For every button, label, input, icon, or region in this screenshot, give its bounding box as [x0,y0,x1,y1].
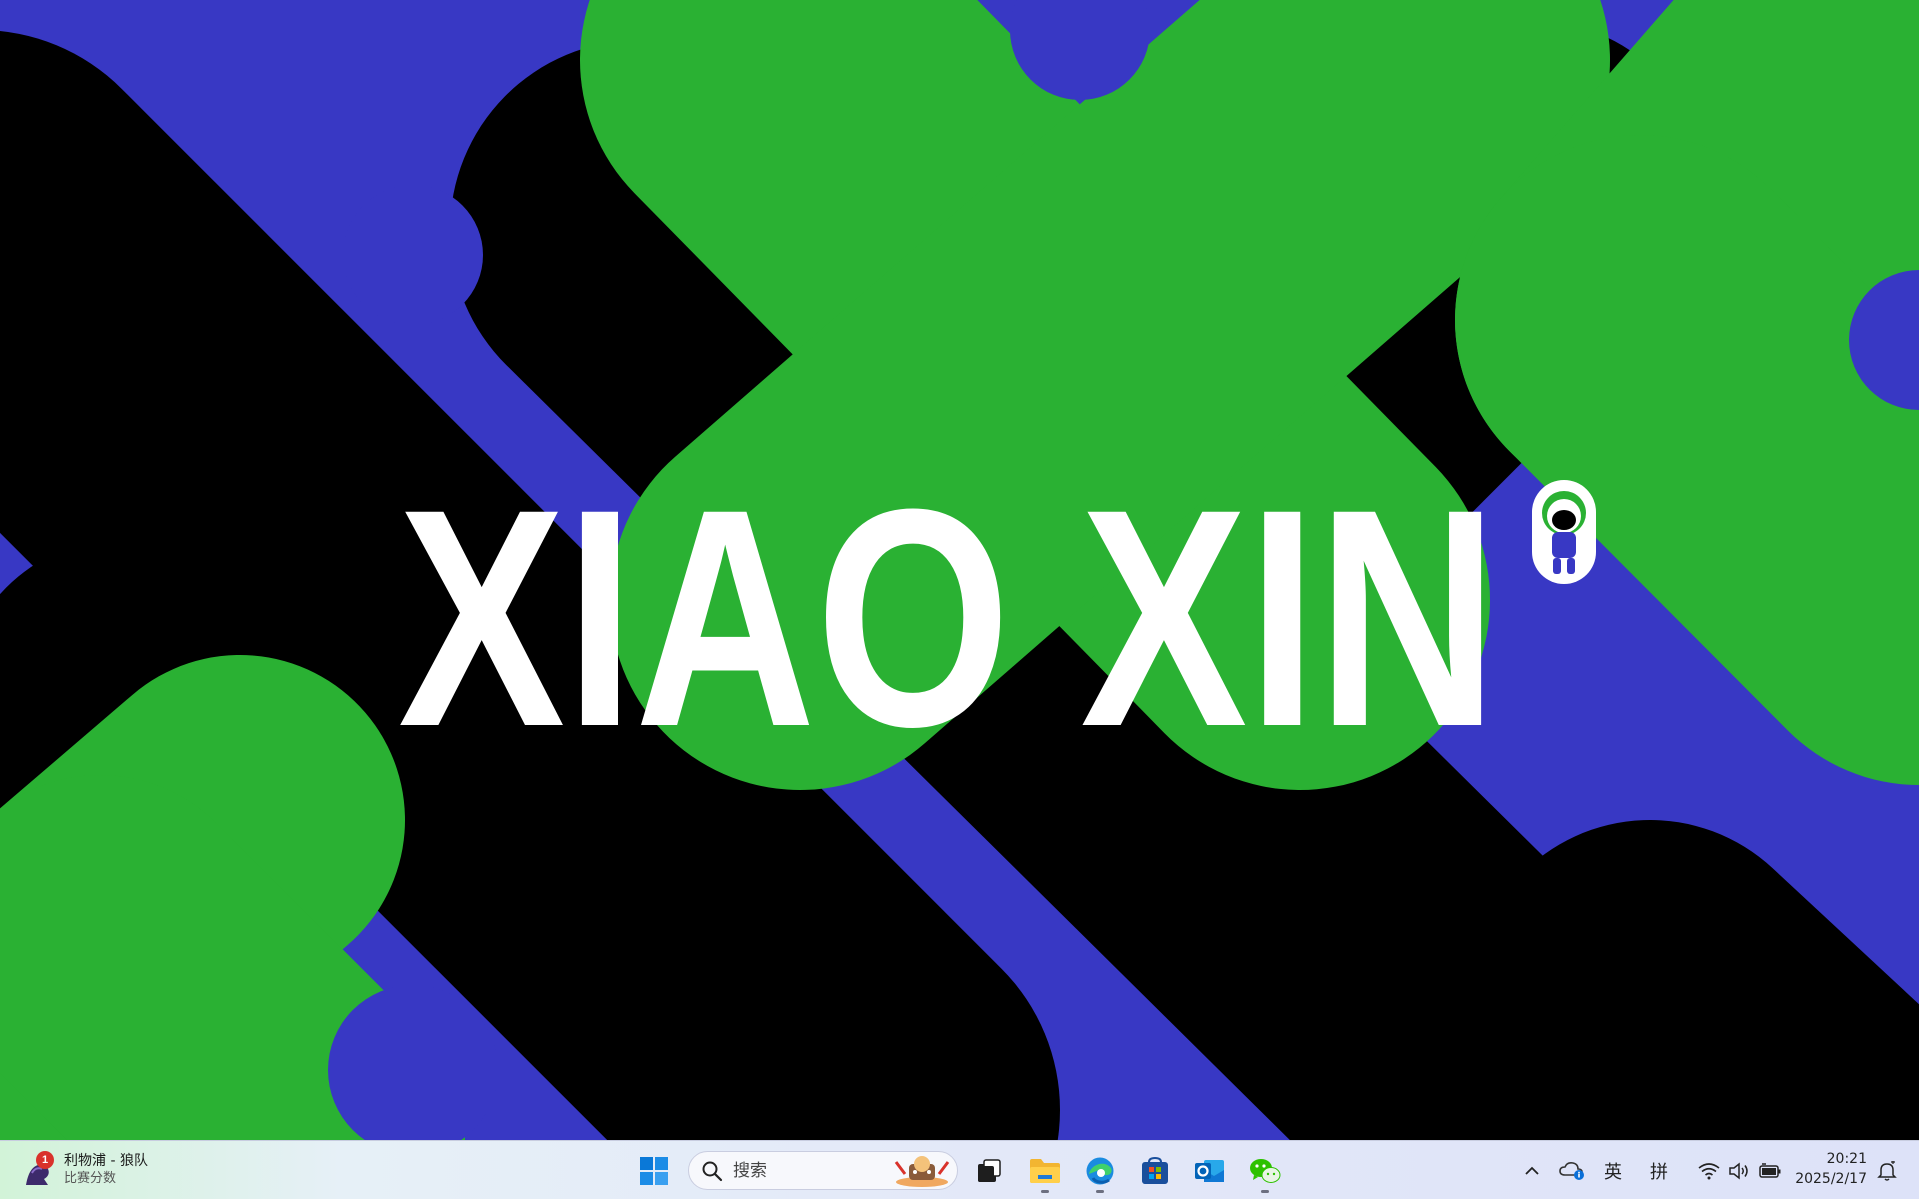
task-view-icon [978,1159,1001,1182]
notifications-button[interactable] [1872,1151,1902,1191]
microsoft-store-icon [1142,1156,1168,1184]
search-input[interactable] [731,1159,885,1182]
clock[interactable]: 20:21 2025/2/17 [1795,1149,1867,1189]
widget-subtitle: 比赛分数 [64,1171,117,1186]
wechat-button[interactable] [1242,1148,1288,1194]
wallpaper-brand-text: XIAO XIN [398,444,1498,791]
widget-title: 利物浦 - 狼队 [64,1153,148,1169]
wifi-icon [1698,1163,1720,1180]
running-indicator [1041,1190,1049,1193]
chevron-up-icon [1525,1166,1539,1175]
search-icon [702,1161,723,1181]
search-highlight-illustration-icon [894,1156,950,1187]
search-box[interactable] [688,1151,958,1190]
wechat-icon [1250,1159,1281,1183]
file-explorer-icon [1030,1159,1060,1183]
notification-badge: 1 [36,1151,54,1169]
outlook-icon [1195,1160,1224,1182]
widget-text: 利物浦 - 狼队 比赛分数 [64,1152,148,1188]
edge-icon [1086,1157,1114,1185]
desktop: XIAO XIN 1 利物浦 - 狼队 比赛分数 搜索 英 拼 20:21 20… [0,0,1919,1199]
clock-date: 2025/2/17 [1795,1171,1867,1187]
input-mode-button[interactable]: 英 [1597,1151,1629,1191]
task-view-button[interactable] [966,1148,1012,1194]
mascot-logo [1532,480,1596,584]
network-volume-battery-group[interactable] [1692,1151,1788,1191]
running-indicator [1096,1190,1104,1193]
windows-start-icon [640,1157,668,1185]
battery-icon [1759,1163,1781,1178]
onedrive-icon [1559,1162,1584,1180]
show-hidden-icons-button[interactable] [1518,1151,1546,1191]
outlook-button[interactable] [1187,1148,1233,1194]
start-button[interactable] [631,1148,677,1194]
taskbar: 1 利物浦 - 狼队 比赛分数 搜索 英 拼 20:21 2025/2/17 [0,1140,1919,1199]
ime-label: 拼 [1650,1162,1668,1183]
onedrive-tray-button[interactable] [1556,1151,1588,1191]
sports-widget-icon: 1 [22,1151,56,1187]
volume-icon [1729,1162,1748,1180]
microsoft-store-button[interactable] [1132,1148,1178,1194]
edge-browser-button[interactable] [1077,1148,1123,1194]
input-mode-label: 英 [1604,1162,1622,1183]
sports-widget[interactable]: 1 利物浦 - 狼队 比赛分数 [22,1149,148,1191]
desktop-wallpaper: XIAO XIN [0,0,1919,1140]
clock-time: 20:21 [1826,1151,1867,1167]
running-indicator [1261,1190,1269,1193]
ime-button[interactable]: 拼 [1643,1151,1675,1191]
notification-bell-icon [1877,1161,1897,1181]
file-explorer-button[interactable] [1022,1148,1068,1194]
